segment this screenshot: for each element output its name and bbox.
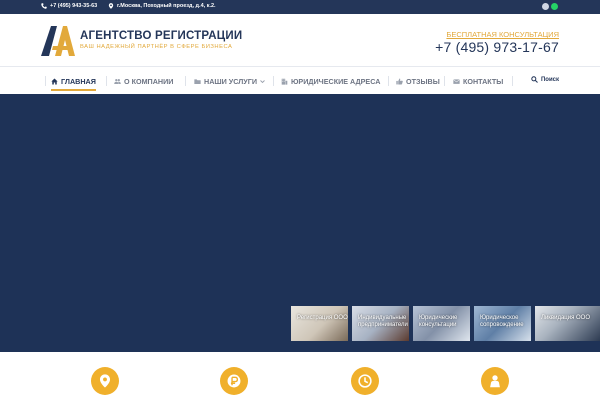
nav-divider [106,76,107,86]
building-icon [281,78,288,85]
slide-thumbnail[interactable]: Ликвидация ООО [535,306,600,341]
slide-caption: Индивидуальные предприниматели [358,315,408,328]
main-nav: ГЛАВНАЯ О КОМПАНИИ НАШИ УСЛУГИ ЮРИДИЧЕСК… [0,66,600,94]
slide-thumbnail[interactable]: Юридические консультации [413,306,470,341]
nav-item-home[interactable]: ГЛАВНАЯ [51,75,96,91]
feature-price [220,367,248,395]
slide-caption: Юридические консультации [419,315,458,328]
nav-item-label: НАШИ УСЛУГИ [204,76,258,86]
social-icon[interactable] [542,3,549,10]
logo-icon[interactable] [41,26,75,56]
slide-caption: Регистрация ООО [297,315,348,321]
logo-title[interactable]: АГЕНТСТВО РЕГИСТРАЦИИ [80,30,242,42]
nav-divider [45,76,46,86]
hero-slider: Регистрация ООО Индивидуальные предприни… [0,94,600,352]
topbar-phone[interactable]: +7 (495) 943-35-63 [41,3,97,9]
clock-icon [358,374,372,388]
search-icon [531,76,538,83]
topbar-address: г.Москва, Походный проезд, д.4, к.2. [108,3,216,9]
slide-thumbnail[interactable]: Индивидуальные предприниматели [352,306,409,341]
ruble-icon [227,374,241,388]
chevron-down-icon [260,79,265,83]
features-row [0,352,600,400]
feature-time [351,367,379,395]
feature-specialist [481,367,509,395]
top-bar: +7 (495) 943-35-63 г.Москва, Походный пр… [0,0,600,14]
search-button[interactable]: Поиск [531,76,559,83]
nav-divider [185,76,186,86]
nav-item-label: КОНТАКТЫ [463,76,504,86]
folder-icon [194,78,201,84]
slide-thumbnail[interactable]: Регистрация ООО [291,306,348,341]
map-marker-icon [108,3,114,9]
slide-caption: Юридическое сопровождение [480,315,524,328]
nav-item-contacts[interactable]: КОНТАКТЫ [453,75,503,87]
topbar-phone-text: +7 (495) 943-35-63 [50,3,98,9]
header-phone[interactable]: +7 (495) 973-17-67 [435,39,559,55]
whatsapp-icon[interactable] [551,3,558,10]
phone-icon [41,3,47,9]
users-icon [114,78,121,84]
feature-location [91,367,119,395]
nav-item-services[interactable]: НАШИ УСЛУГИ [194,75,265,87]
nav-divider [444,76,445,86]
person-icon [490,375,500,388]
slide-thumbnail[interactable]: Юридическое сопровождение [474,306,531,341]
free-consultation-link[interactable]: БЕСПЛАТНАЯ КОНСУЛЬТАЦИЯ [446,30,559,39]
search-label: Поиск [540,76,559,83]
nav-item-label: ОТЗЫВЫ [406,76,440,86]
nav-divider [388,76,389,86]
envelope-icon [453,78,460,84]
nav-divider [273,76,274,86]
nav-divider [512,76,513,86]
nav-item-reviews[interactable]: ОТЗЫВЫ [396,75,440,87]
topbar-address-text: г.Москва, Походный проезд, д.4, к.2. [117,3,216,9]
logo-tagline: ВАШ НАДЕЖНЫЙ ПАРТНЁР В СФЕРЕ БИЗНЕСА [80,44,233,50]
site-header: АГЕНТСТВО РЕГИСТРАЦИИ ВАШ НАДЕЖНЫЙ ПАРТН… [0,14,600,66]
slide-caption: Ликвидация ООО [541,315,590,321]
map-marker-icon [99,374,111,388]
nav-item-about[interactable]: О КОМПАНИИ [114,75,173,87]
slider-thumbnails: Регистрация ООО Индивидуальные предприни… [291,306,600,341]
thumbs-up-icon [396,78,403,84]
nav-item-label: О КОМПАНИИ [124,76,174,86]
home-icon [51,78,58,84]
nav-item-label: ГЛАВНАЯ [61,76,96,86]
nav-item-addresses[interactable]: ЮРИДИЧЕСКИЕ АДРЕСА [281,75,380,87]
nav-item-label: ЮРИДИЧЕСКИЕ АДРЕСА [291,76,381,86]
